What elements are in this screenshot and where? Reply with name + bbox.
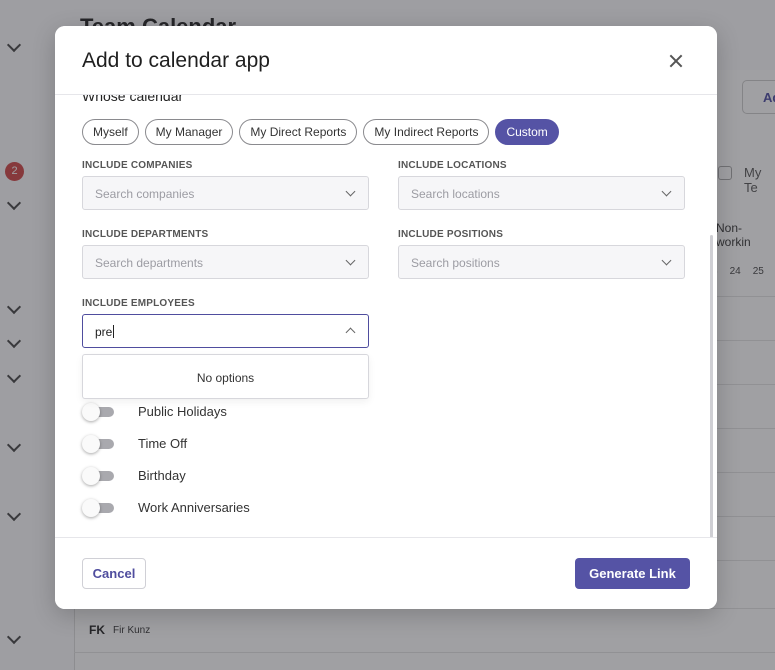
- cancel-button[interactable]: Cancel: [82, 558, 146, 589]
- generate-link-button[interactable]: Generate Link: [575, 558, 690, 589]
- departments-select[interactable]: Search departments: [82, 245, 369, 279]
- option-custom[interactable]: Custom: [495, 119, 559, 145]
- dialog-footer: Cancel Generate Link: [55, 537, 717, 609]
- public-holidays-toggle[interactable]: [82, 403, 114, 421]
- departments-placeholder: Search departments: [95, 256, 204, 270]
- chevron-down-icon: [661, 186, 672, 197]
- whose-calendar-label: Whose calendar: [82, 95, 184, 104]
- dialog-title: Add to calendar app: [82, 49, 270, 72]
- chevron-down-icon: [345, 255, 356, 266]
- birthday-toggle[interactable]: [82, 467, 114, 485]
- time-off-label: Time Off: [138, 436, 188, 451]
- public-holidays-label: Public Holidays: [138, 404, 227, 419]
- chevron-down-icon: [345, 186, 356, 197]
- close-icon[interactable]: [664, 49, 688, 73]
- companies-placeholder: Search companies: [95, 187, 195, 201]
- no-options-message: No options: [196, 371, 255, 385]
- dialog-body: Whose calendar Myself My Manager My Dire…: [55, 95, 717, 538]
- chevron-up-icon: [345, 327, 356, 338]
- departments-label: INCLUDE DEPARTMENTS: [82, 229, 209, 240]
- scrollbar[interactable]: [710, 235, 713, 538]
- text-caret: [113, 325, 115, 338]
- positions-label: INCLUDE POSITIONS: [398, 229, 504, 240]
- calendar-owner-options: Myself My Manager My Direct Reports My I…: [82, 119, 559, 145]
- companies-label: INCLUDE COMPANIES: [82, 160, 193, 171]
- time-off-toggle[interactable]: [82, 435, 114, 453]
- companies-select[interactable]: Search companies: [82, 176, 369, 210]
- positions-placeholder: Search positions: [411, 256, 500, 270]
- chevron-down-icon: [661, 255, 672, 266]
- employees-search-value: pre: [95, 325, 113, 339]
- add-to-calendar-dialog: Add to calendar app Whose calendar Mysel…: [55, 26, 717, 609]
- employees-label: INCLUDE EMPLOYEES: [82, 298, 195, 309]
- work-anniversaries-label: Work Anniversaries: [138, 500, 250, 515]
- employees-search-input[interactable]: pre: [82, 314, 369, 348]
- positions-select[interactable]: Search positions: [398, 245, 685, 279]
- work-anniversaries-toggle[interactable]: [82, 499, 114, 517]
- birthday-label: Birthday: [138, 468, 186, 483]
- option-my-manager[interactable]: My Manager: [144, 119, 234, 145]
- locations-placeholder: Search locations: [411, 187, 500, 201]
- dialog-header: Add to calendar app: [55, 26, 717, 95]
- option-myself[interactable]: Myself: [82, 119, 139, 145]
- locations-select[interactable]: Search locations: [398, 176, 685, 210]
- option-my-indirect-reports[interactable]: My Indirect Reports: [363, 119, 490, 145]
- locations-label: INCLUDE LOCATIONS: [398, 160, 507, 171]
- option-my-direct-reports[interactable]: My Direct Reports: [239, 119, 358, 145]
- employees-dropdown-menu: No options: [82, 354, 369, 399]
